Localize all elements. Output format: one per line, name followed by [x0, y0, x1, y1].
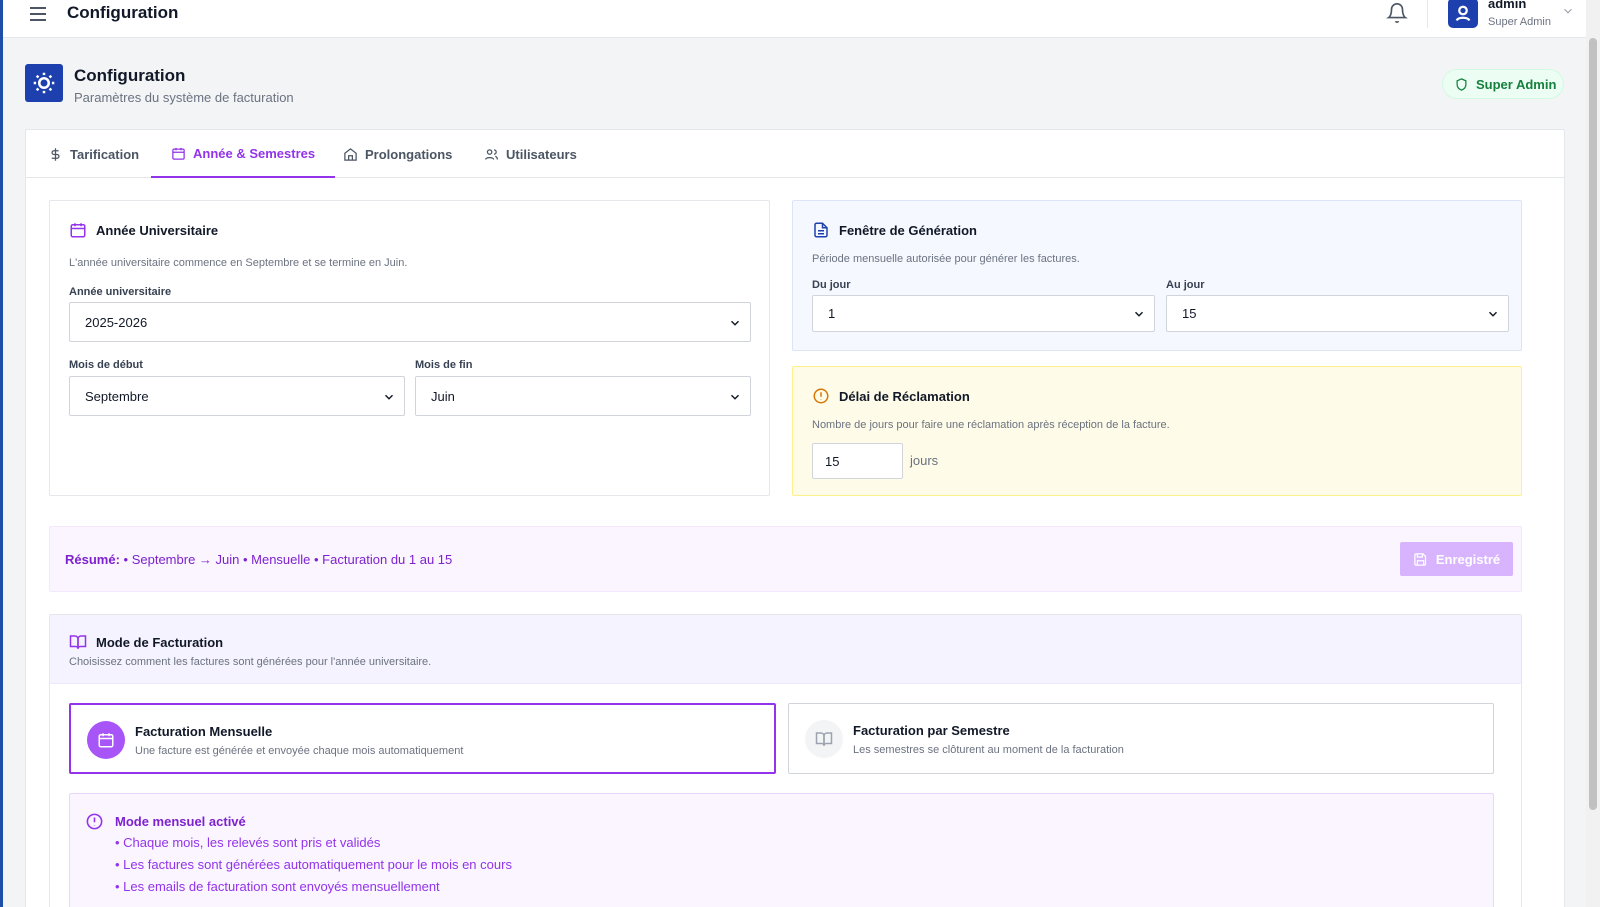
settings-icon	[25, 64, 63, 102]
tab-tarification[interactable]: Tarification	[28, 130, 159, 178]
tab-utilisateurs[interactable]: Utilisateurs	[464, 130, 597, 178]
year-value: 2025-2026	[85, 314, 148, 330]
book-open-icon	[69, 635, 87, 649]
monthly-mode-info: Mode mensuel activé • Chaque mois, les r…	[69, 793, 1494, 907]
summary-content: • Septembre → Juin • Mensuelle • Factura…	[123, 552, 453, 567]
billing-mode-section: Mode de Facturation Choisissez comment l…	[49, 614, 1522, 907]
panel-description: L'année universitaire commence en Septem…	[69, 257, 408, 269]
tab-label: Tarification	[70, 146, 140, 162]
chevron-down-icon[interactable]	[1561, 4, 1575, 18]
role-badge-label: Super Admin	[1476, 76, 1557, 92]
start-month-select[interactable]: Septembre	[69, 376, 405, 416]
save-icon	[1414, 552, 1426, 566]
bell-icon[interactable]	[1386, 2, 1408, 24]
book-open-icon	[805, 720, 843, 758]
chevron-down-icon	[1488, 311, 1498, 317]
panel-title: Fenêtre de Génération	[812, 221, 977, 239]
end-month-value: Juin	[431, 388, 455, 404]
menu-icon[interactable]	[27, 3, 49, 25]
alert-circle-icon	[813, 388, 829, 404]
shield-icon	[1456, 77, 1467, 91]
from-day-value: 1	[828, 306, 836, 321]
claim-days-input[interactable]: 15	[812, 443, 903, 479]
panel-description: Nombre de jours pour faire une réclamati…	[812, 419, 1170, 431]
end-month-label: Mois de fin	[415, 359, 473, 371]
chevron-down-icon	[1134, 311, 1144, 317]
claim-delay-panel: Délai de Réclamation Nombre de jours pou…	[792, 366, 1522, 496]
home-icon	[344, 147, 357, 161]
mode-option-semester[interactable]: Facturation par Semestre Les semestres s…	[788, 703, 1494, 774]
chevron-down-icon	[730, 394, 740, 400]
option-title: Facturation par Semestre	[853, 723, 1010, 738]
user-role: Super Admin	[1488, 16, 1551, 28]
option-title: Facturation Mensuelle	[135, 724, 273, 739]
tab-label: Utilisateurs	[506, 146, 577, 162]
list-item: • Les factures sont générées automatique…	[115, 857, 512, 872]
claim-days-unit: jours	[910, 453, 939, 468]
option-description: Une facture est générée et envoyée chaqu…	[135, 745, 464, 757]
save-button-label: Enregistré	[1435, 551, 1501, 567]
start-month-label: Mois de début	[69, 359, 143, 371]
panel-title: Mode de Facturation	[69, 633, 223, 651]
panel-title: Délai de Réclamation	[812, 387, 970, 405]
tab-label: Année & Semestres	[193, 145, 316, 161]
tab-label: Prolongations	[365, 146, 453, 162]
panel-description: Choisissez comment les factures sont gén…	[69, 656, 432, 668]
summary-label: Résumé:	[65, 552, 120, 567]
dollar-icon	[51, 147, 60, 161]
to-day-select[interactable]: 15	[1166, 295, 1509, 332]
users-icon	[484, 148, 499, 160]
user-name[interactable]: admin	[1488, 0, 1526, 11]
alert-circle-icon	[86, 813, 103, 830]
page-subtitle: Paramètres du système de facturation	[74, 90, 294, 105]
calendar-icon	[70, 223, 86, 238]
from-day-select[interactable]: 1	[812, 295, 1155, 332]
chevron-down-icon	[384, 394, 394, 400]
to-day-value: 15	[1182, 306, 1197, 321]
option-description: Les semestres se clôturent au moment de …	[853, 744, 1124, 756]
tab-prolongations[interactable]: Prolongations	[323, 130, 472, 178]
calendar-icon	[87, 721, 125, 759]
app-title: Configuration	[67, 3, 179, 22]
academic-year-panel: Année Universitaire L'année universitair…	[49, 200, 770, 496]
scrollbar-thumb[interactable]	[1589, 38, 1597, 810]
role-badge: Super Admin	[1442, 69, 1564, 99]
panel-description: Période mensuelle autorisée pour générer…	[812, 253, 1080, 265]
scrollbar[interactable]	[1586, 0, 1600, 907]
tab-annee-semestres[interactable]: Année & Semestres	[151, 130, 336, 178]
year-select[interactable]: 2025-2026	[69, 302, 751, 342]
list-item: • Chaque mois, les relevés sont pris et …	[115, 835, 381, 850]
calendar-icon	[172, 147, 185, 160]
info-title: Mode mensuel activé	[85, 812, 246, 831]
mode-option-monthly[interactable]: Facturation Mensuelle Une facture est gé…	[69, 703, 776, 774]
start-month-value: Septembre	[85, 388, 149, 404]
settings-card: Tarification Année & Semestres Prolongat…	[25, 129, 1565, 907]
summary-bar: Résumé: • Septembre → Juin • Mensuelle •…	[49, 526, 1522, 592]
billing-mode-header: Mode de Facturation Choisissez comment l…	[50, 615, 1521, 684]
window-edge	[0, 0, 3, 907]
avatar[interactable]	[1448, 0, 1478, 28]
header-divider	[1427, 0, 1428, 28]
end-month-select[interactable]: Juin	[415, 376, 751, 416]
save-button[interactable]: Enregistré	[1400, 542, 1513, 576]
year-label: Année universitaire	[69, 286, 172, 298]
document-icon	[814, 222, 828, 238]
to-day-label: Au jour	[1166, 279, 1205, 291]
page-title: Configuration	[74, 66, 186, 85]
user-icon	[1455, 5, 1471, 22]
summary-text: Résumé: • Septembre → Juin • Mensuelle •…	[65, 552, 452, 567]
generation-window-panel: Fenêtre de Génération Période mensuelle …	[792, 200, 1522, 351]
tab-bar: Tarification Année & Semestres Prolongat…	[26, 130, 1564, 178]
list-item: • Les emails de facturation sont envoyés…	[115, 879, 440, 894]
panel-title: Année Universitaire	[69, 221, 218, 239]
top-bar: Configuration admin Super Admin	[3, 0, 1586, 38]
chevron-down-icon	[730, 320, 740, 326]
from-day-label: Du jour	[812, 279, 851, 291]
